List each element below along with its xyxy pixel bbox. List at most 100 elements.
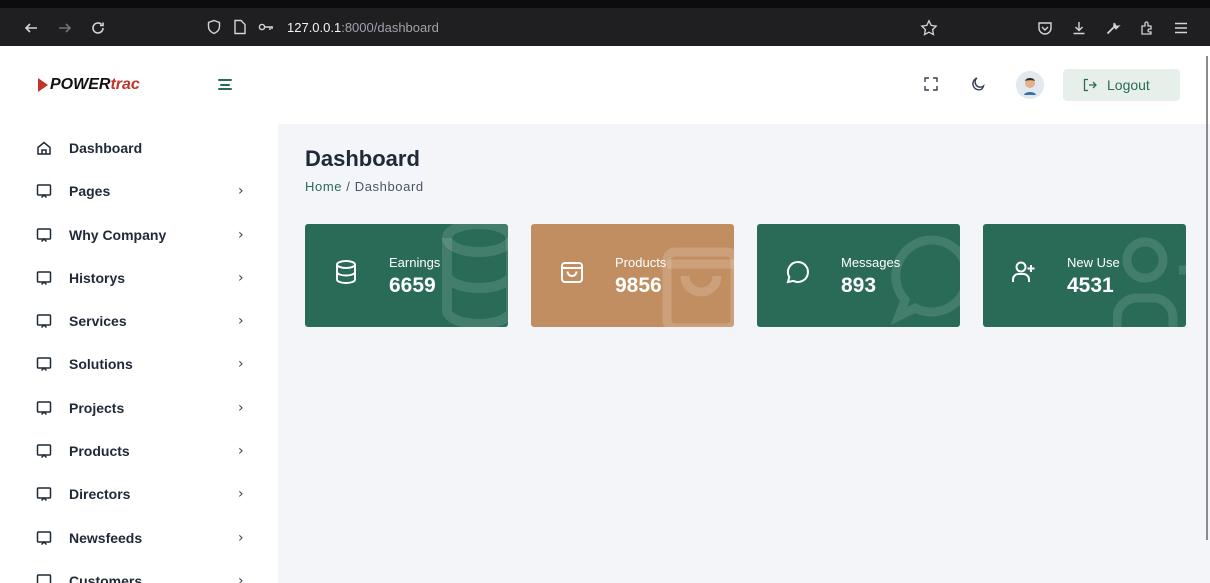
logo-accent-text: trac: [110, 76, 140, 93]
stat-card-products[interactable]: Products 9856: [531, 224, 734, 327]
sidebar-item-label: Products: [69, 443, 130, 459]
chevron-right-icon: ›: [238, 356, 244, 372]
chevron-right-icon: ›: [238, 227, 244, 243]
sidebar-item-projects[interactable]: Projects ›: [0, 391, 278, 425]
logo-row: POWER trac: [0, 46, 278, 124]
shopping-bag-icon: [561, 262, 583, 283]
sidebar-item-services[interactable]: Services ›: [0, 304, 278, 338]
sidebar-item-label: Services: [69, 313, 127, 329]
sidebar-item-label: Historys: [69, 270, 126, 286]
user-plus-bg-icon: [1113, 237, 1186, 327]
menu-icon[interactable]: [1170, 17, 1192, 39]
back-arrow-icon[interactable]: [20, 17, 42, 39]
sidebar-item-label: Pages: [69, 183, 111, 199]
sidebar-item-label: Customers: [69, 573, 143, 583]
wrench-icon[interactable]: [1102, 17, 1124, 39]
chevron-right-icon: ›: [238, 313, 244, 329]
bookmark-star-icon[interactable]: [918, 17, 940, 39]
chevron-right-icon: ›: [238, 270, 244, 286]
pocket-icon[interactable]: [1034, 17, 1056, 39]
sidebar-item-dashboard[interactable]: Dashboard: [0, 131, 278, 165]
sidebar-item-label: Why Company: [69, 227, 167, 243]
monitor-icon: [36, 487, 52, 502]
chevron-right-icon: ›: [238, 486, 244, 502]
extensions-icon[interactable]: [1136, 17, 1158, 39]
breadcrumb-separator: /: [346, 179, 351, 194]
monitor-icon: [36, 228, 52, 243]
home-icon: [37, 141, 51, 155]
logout-icon: [1083, 78, 1097, 92]
url-text[interactable]: 127.0.0.1:8000/dashboard: [287, 20, 439, 35]
sidebar-item-directors[interactable]: Directors ›: [0, 477, 278, 511]
logo-main-text: POWER: [50, 76, 111, 93]
stat-card-earnings[interactable]: Earnings 6659: [305, 224, 508, 327]
forward-arrow-icon[interactable]: [54, 17, 76, 39]
shield-icon[interactable]: [205, 18, 223, 36]
logo-triangle-icon: [38, 78, 48, 92]
monitor-icon: [36, 184, 52, 199]
logout-label: Logout: [1107, 77, 1150, 93]
url-host: 127.0.0.1: [287, 19, 342, 35]
stat-card-label: Products: [615, 255, 667, 270]
sidebar-item-label: Dashboard: [69, 140, 143, 156]
stat-card-messages[interactable]: Messages 893: [757, 224, 960, 327]
shopping-bag-bg-icon: [662, 247, 734, 327]
stat-card-label: Earnings: [389, 255, 441, 270]
sidebar-item-products[interactable]: Products ›: [0, 434, 278, 468]
stat-card-new-users[interactable]: New Use 4531: [983, 224, 1186, 327]
stat-card-value: 9856: [615, 274, 662, 297]
sidebar-item-label: Projects: [69, 400, 125, 416]
monitor-icon: [36, 271, 52, 286]
chevron-right-icon: ›: [238, 183, 244, 199]
stat-card-value: 6659: [389, 274, 436, 297]
address-bar[interactable]: 127.0.0.1:8000/dashboard: [205, 12, 950, 42]
monitor-icon: [36, 401, 52, 416]
monitor-icon: [36, 444, 52, 459]
sidebar-item-label: Solutions: [69, 356, 133, 372]
avatar[interactable]: [1016, 71, 1044, 99]
key-icon: [257, 18, 275, 36]
breadcrumb-home-link[interactable]: Home: [305, 179, 342, 194]
sidebar: POWER trac Dashboard Pages › Why Company …: [0, 46, 278, 583]
browser-toolbar: 127.0.0.1:8000/dashboard: [0, 0, 1210, 46]
stat-card-label: Messages: [841, 255, 901, 270]
database-icon: [336, 260, 356, 285]
sidebar-item-why-company[interactable]: Why Company ›: [0, 218, 278, 252]
top-header: Logout: [278, 46, 1210, 124]
dark-mode-moon-icon[interactable]: [968, 74, 988, 94]
sidebar-item-historys[interactable]: Historys ›: [0, 261, 278, 295]
message-circle-bg-icon: [890, 235, 960, 326]
chevron-right-icon: ›: [238, 443, 244, 459]
monitor-icon: [36, 357, 52, 372]
sidebar-item-label: Directors: [69, 486, 131, 502]
breadcrumb: Home / Dashboard: [305, 179, 424, 194]
sidebar-item-customers[interactable]: Customers ›: [0, 564, 278, 583]
chevron-right-icon: ›: [238, 530, 244, 546]
page-scrollbar[interactable]: [1206, 56, 1208, 540]
page-icon: [231, 18, 249, 36]
monitor-icon: [36, 574, 52, 583]
user-plus-icon: [1012, 261, 1035, 282]
message-circle-icon: [786, 260, 809, 284]
stat-card-label: New Use: [1067, 255, 1120, 270]
sidebar-item-solutions[interactable]: Solutions ›: [0, 347, 278, 381]
stat-card-value: 893: [841, 274, 877, 297]
reload-icon[interactable]: [87, 17, 109, 39]
monitor-icon: [36, 314, 52, 329]
monitor-icon: [36, 531, 52, 546]
logout-button[interactable]: Logout: [1063, 69, 1180, 101]
chevron-right-icon: ›: [238, 400, 244, 416]
database-bg-icon: [442, 224, 508, 327]
breadcrumb-current: Dashboard: [354, 179, 424, 194]
fullscreen-icon[interactable]: [921, 74, 941, 94]
chevron-right-icon: ›: [238, 573, 244, 583]
sidebar-item-newsfeeds[interactable]: Newsfeeds ›: [0, 521, 278, 555]
url-path: :8000/dashboard: [341, 19, 439, 35]
logo[interactable]: POWER trac: [38, 76, 140, 94]
sidebar-item-label: Newsfeeds: [69, 530, 143, 546]
download-icon[interactable]: [1068, 17, 1090, 39]
stat-card-value: 4531: [1067, 274, 1114, 297]
sidebar-toggle-icon[interactable]: [218, 79, 232, 90]
sidebar-item-pages[interactable]: Pages ›: [0, 174, 278, 208]
page-title: Dashboard: [305, 146, 420, 171]
